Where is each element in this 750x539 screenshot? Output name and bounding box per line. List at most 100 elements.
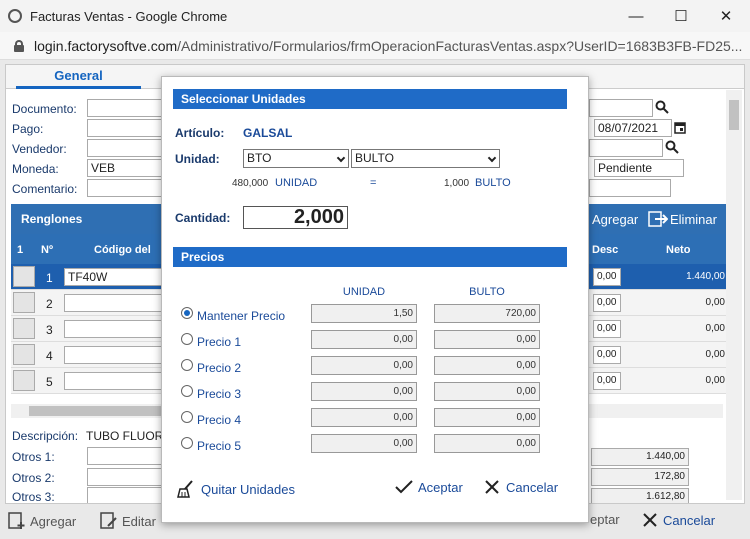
precio-3-unidad-price: 0,00 [311, 382, 417, 401]
total-field-3: 1.612,80 [591, 488, 689, 503]
otros3-field[interactable] [87, 487, 167, 503]
articulo-value: GALSAL [243, 126, 293, 140]
total-field-2: 172,80 [591, 468, 689, 486]
row-codigo-field[interactable] [64, 294, 164, 312]
vendedor-field[interactable] [87, 139, 167, 157]
window-title: Facturas Ventas - Google Chrome [30, 8, 228, 24]
aceptar-button[interactable]: Aceptar [394, 479, 463, 495]
documento-field[interactable] [87, 99, 167, 117]
mantener-unidad-price: 1,50 [311, 304, 417, 323]
cancelar-page-button[interactable]: Cancelar [642, 512, 715, 528]
otros2-field[interactable] [87, 468, 167, 486]
unidad-name-select[interactable]: BULTO [351, 149, 500, 168]
row-codigo-field[interactable]: TF40W [64, 268, 164, 286]
chevron-down-icon [336, 153, 346, 163]
quitar-unidades-button[interactable]: Quitar Unidades [176, 479, 295, 499]
mantener-bulto-price: 720,00 [434, 304, 540, 323]
precio-4-radio[interactable] [181, 411, 193, 423]
col-num-header: Nº [41, 244, 53, 256]
moneda-field[interactable]: VEB [87, 159, 167, 177]
precios-section-header: Precios [173, 247, 567, 267]
precio-4-label[interactable]: Precio 4 [197, 413, 241, 427]
mantener-precio-label[interactable]: Mantener Precio [197, 309, 285, 323]
row-desc-field[interactable]: 0,00 [593, 372, 621, 390]
vendedor-right-field[interactable] [589, 139, 663, 157]
row-selector[interactable] [13, 344, 35, 365]
row-selector[interactable] [13, 318, 35, 339]
row-selector[interactable] [13, 370, 35, 391]
close-icon [643, 513, 657, 527]
estatus-field[interactable]: Pendiente [594, 159, 684, 177]
check-icon [395, 480, 413, 494]
precio-2-radio[interactable] [181, 359, 193, 371]
comentario-right-field[interactable] [589, 179, 671, 197]
precio-3-label[interactable]: Precio 3 [197, 387, 241, 401]
row-desc-field[interactable]: 0,00 [593, 268, 621, 286]
scrollbar-thumb[interactable] [729, 100, 739, 130]
precio-5-label[interactable]: Precio 5 [197, 439, 241, 453]
row-number: 2 [46, 297, 53, 311]
comentario-field[interactable] [87, 179, 167, 197]
row-desc-field[interactable]: 0,00 [593, 320, 621, 338]
search-icon[interactable] [665, 140, 679, 154]
scrollbar-thumb[interactable] [29, 406, 169, 416]
aceptar-label: Aceptar [418, 479, 463, 495]
row-codigo-field[interactable] [64, 372, 164, 390]
close-window-button[interactable]: ✕ [704, 0, 748, 32]
precio-5-radio[interactable] [181, 437, 193, 449]
precio-5-bulto-price: 0,00 [434, 434, 540, 453]
precio-1-radio[interactable] [181, 333, 193, 345]
tab-general[interactable]: General [16, 68, 141, 89]
otros1-field[interactable] [87, 447, 167, 465]
address-bar[interactable]: login.factorysoftve.com/Administrativo/F… [0, 32, 750, 60]
edit-icon [100, 512, 117, 529]
cantidad-input[interactable]: 2,000 [243, 206, 348, 229]
mantener-precio-radio[interactable] [181, 307, 193, 319]
precio-2-label[interactable]: Precio 2 [197, 361, 241, 375]
calendar-icon[interactable] [674, 121, 686, 134]
row-desc-field[interactable]: 0,00 [593, 294, 621, 312]
row-selector[interactable] [13, 292, 35, 313]
pago-label: Pago: [12, 122, 44, 136]
agregar-label: Agregar [30, 513, 77, 529]
cancelar-button[interactable]: Cancelar [484, 479, 558, 495]
row-codigo-field[interactable] [64, 320, 164, 338]
pago-field[interactable] [87, 119, 167, 137]
unidad-code-select[interactable]: BTO [243, 149, 349, 168]
fecha-field[interactable]: 08/07/2021 [594, 119, 672, 137]
col-codigo-header: Código del [94, 244, 151, 256]
conversion-qty-2: 1,000 [444, 178, 470, 189]
aceptar-page-button[interactable]: eptar [590, 512, 620, 527]
conversion-unit-2: BULTO [475, 177, 511, 189]
agregar-row-button[interactable]: Agregar [592, 212, 638, 227]
quitar-unidades-label: Quitar Unidades [201, 481, 295, 497]
agregar-button[interactable]: Agregar [8, 512, 76, 530]
documento-right-field[interactable] [589, 99, 653, 117]
page-vertical-scrollbar[interactable] [726, 90, 742, 500]
descripcion-label: Descripción: [12, 429, 79, 443]
bulto-column-header: BULTO [469, 286, 505, 298]
conversion-equals: = [370, 177, 377, 189]
delete-rows-icon[interactable] [648, 210, 668, 228]
eliminar-row-button[interactable]: Eliminar [670, 212, 717, 227]
precio-4-unidad-price: 0,00 [311, 408, 417, 427]
maximize-button[interactable]: ☐ [659, 0, 703, 32]
row-codigo-field[interactable] [64, 346, 164, 364]
precio-3-radio[interactable] [181, 385, 193, 397]
chrome-icon [8, 9, 22, 23]
col-desc-header: Desc [592, 244, 619, 256]
precio-1-label[interactable]: Precio 1 [197, 335, 241, 349]
unidad-column-header: UNIDAD [342, 286, 386, 298]
precio-1-bulto-price: 0,00 [434, 330, 540, 349]
minimize-button[interactable]: — [614, 0, 658, 32]
search-icon[interactable] [655, 100, 669, 114]
row-desc-field[interactable]: 0,00 [593, 346, 621, 364]
cancelar-page-label: Cancelar [663, 512, 716, 528]
editar-label: Editar [122, 513, 156, 529]
row-selector[interactable] [13, 266, 35, 287]
row-number: 5 [46, 375, 53, 389]
editar-button[interactable]: Editar [100, 512, 156, 530]
moneda-label: Moneda: [12, 162, 59, 176]
vendedor-label: Vendedor: [12, 142, 67, 156]
url-text[interactable]: login.factorysoftve.com/Administrativo/F… [34, 38, 749, 54]
